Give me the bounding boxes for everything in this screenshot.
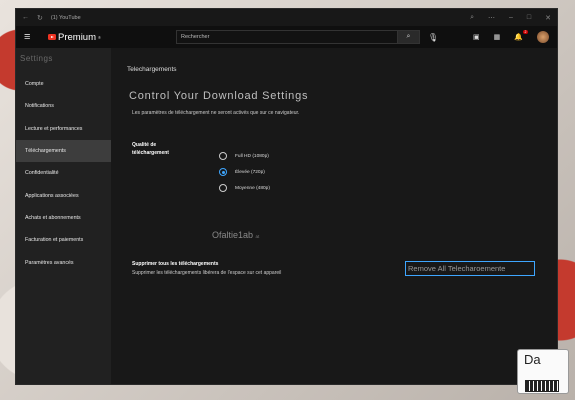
settings-content: Telechargements Control Your Download Se… — [111, 48, 557, 384]
window-titlebar: ← ↻ (1) YouTube ⌕ ⋯ – □ ✕ — [16, 9, 557, 26]
brand-region: ® — [98, 34, 101, 40]
page-description: Les paramètres de téléchargement ne sero… — [132, 110, 300, 116]
back-icon[interactable]: ← — [22, 14, 29, 22]
create-video-icon[interactable]: ▣ — [473, 33, 480, 41]
notification-badge: 2 — [523, 30, 528, 34]
remove-all-downloads-button[interactable]: Remove All Telecharoemente — [405, 261, 535, 276]
offline-suffix: at — [255, 234, 260, 239]
offline-text: Ofaltie1ab — [212, 230, 254, 240]
app-window: ← ↻ (1) YouTube ⌕ ⋯ – □ ✕ ≡ Premium ® Re… — [15, 8, 558, 385]
option-label: Full HD (1080p) — [235, 153, 269, 159]
sidebar-item-playback[interactable]: Lecture et performances — [16, 118, 111, 140]
youtube-logo-icon — [48, 34, 56, 40]
settings-sidebar: Settings Compte Notifications Lecture et… — [16, 48, 111, 384]
search-icon: ⌕ — [406, 33, 411, 40]
sidebar-heading: Settings — [20, 54, 53, 63]
sidebar-item-billing[interactable]: Facturation et paiements — [16, 229, 111, 251]
logo[interactable]: Premium ® — [48, 32, 148, 43]
radio-1080p[interactable] — [219, 152, 227, 160]
radio-480p[interactable] — [219, 184, 227, 192]
keyboard-icon — [525, 380, 559, 392]
watermark-text: Da — [524, 352, 541, 367]
breadcrumb: Telechargements — [127, 66, 177, 73]
close-icon[interactable]: ✕ — [545, 14, 551, 22]
radio-720p[interactable] — [219, 168, 227, 176]
sidebar-item-purchases[interactable]: Achats et abonnements — [16, 207, 111, 229]
reload-icon[interactable]: ↻ — [37, 14, 43, 22]
zoom-icon[interactable]: ⌕ — [470, 14, 474, 22]
sidebar-item-privacy[interactable]: Confidentialité — [16, 162, 111, 184]
delete-section-description: Supprimer les téléchargements libérera d… — [132, 270, 282, 276]
notifications-bell-icon[interactable]: 🔔 2 — [514, 30, 528, 41]
sidebar-item-account[interactable]: Compte — [16, 73, 111, 95]
offline-status: Ofaltie1ab at — [212, 230, 259, 240]
minimize-icon[interactable]: – — [509, 14, 513, 22]
quality-option-480p[interactable]: Moyenne (480p) — [219, 184, 270, 192]
menu-icon[interactable]: ≡ — [24, 31, 42, 43]
avatar[interactable] — [537, 31, 549, 43]
watermark-logo: Da — [517, 349, 569, 394]
header: ≡ Premium ® Rechercher ⌕ 🎙 ▣ ▦ 🔔 2 — [16, 26, 557, 48]
maximize-icon[interactable]: □ — [527, 14, 531, 22]
sidebar-item-connected-apps[interactable]: Applications associées — [16, 184, 111, 206]
more-icon[interactable]: ⋯ — [488, 14, 495, 22]
window-title: (1) YouTube — [50, 14, 81, 21]
quality-option-720p[interactable]: Élevée (720p) — [219, 168, 265, 176]
quality-label: Qualité de téléchargement — [132, 142, 169, 156]
option-label: Moyenne (480p) — [235, 185, 270, 191]
quality-option-1080p[interactable]: Full HD (1080p) — [219, 152, 269, 160]
delete-section-title: Supprimer tous les téléchargements — [132, 261, 219, 267]
page-title: Control Your Download Settings — [129, 90, 309, 102]
sidebar-item-notifications[interactable]: Notifications — [16, 95, 111, 117]
brand-label: Premium — [58, 31, 97, 43]
search-button[interactable]: ⌕ — [398, 30, 420, 44]
sidebar-item-downloads[interactable]: Téléchargements — [16, 139, 111, 163]
sidebar-item-advanced[interactable]: Paramètres avancés — [16, 251, 111, 273]
option-label: Élevée (720p) — [235, 169, 265, 175]
microphone-icon[interactable]: 🎙 — [428, 33, 438, 42]
search-input[interactable]: Rechercher — [176, 30, 398, 44]
apps-grid-icon[interactable]: ▦ — [494, 33, 501, 41]
